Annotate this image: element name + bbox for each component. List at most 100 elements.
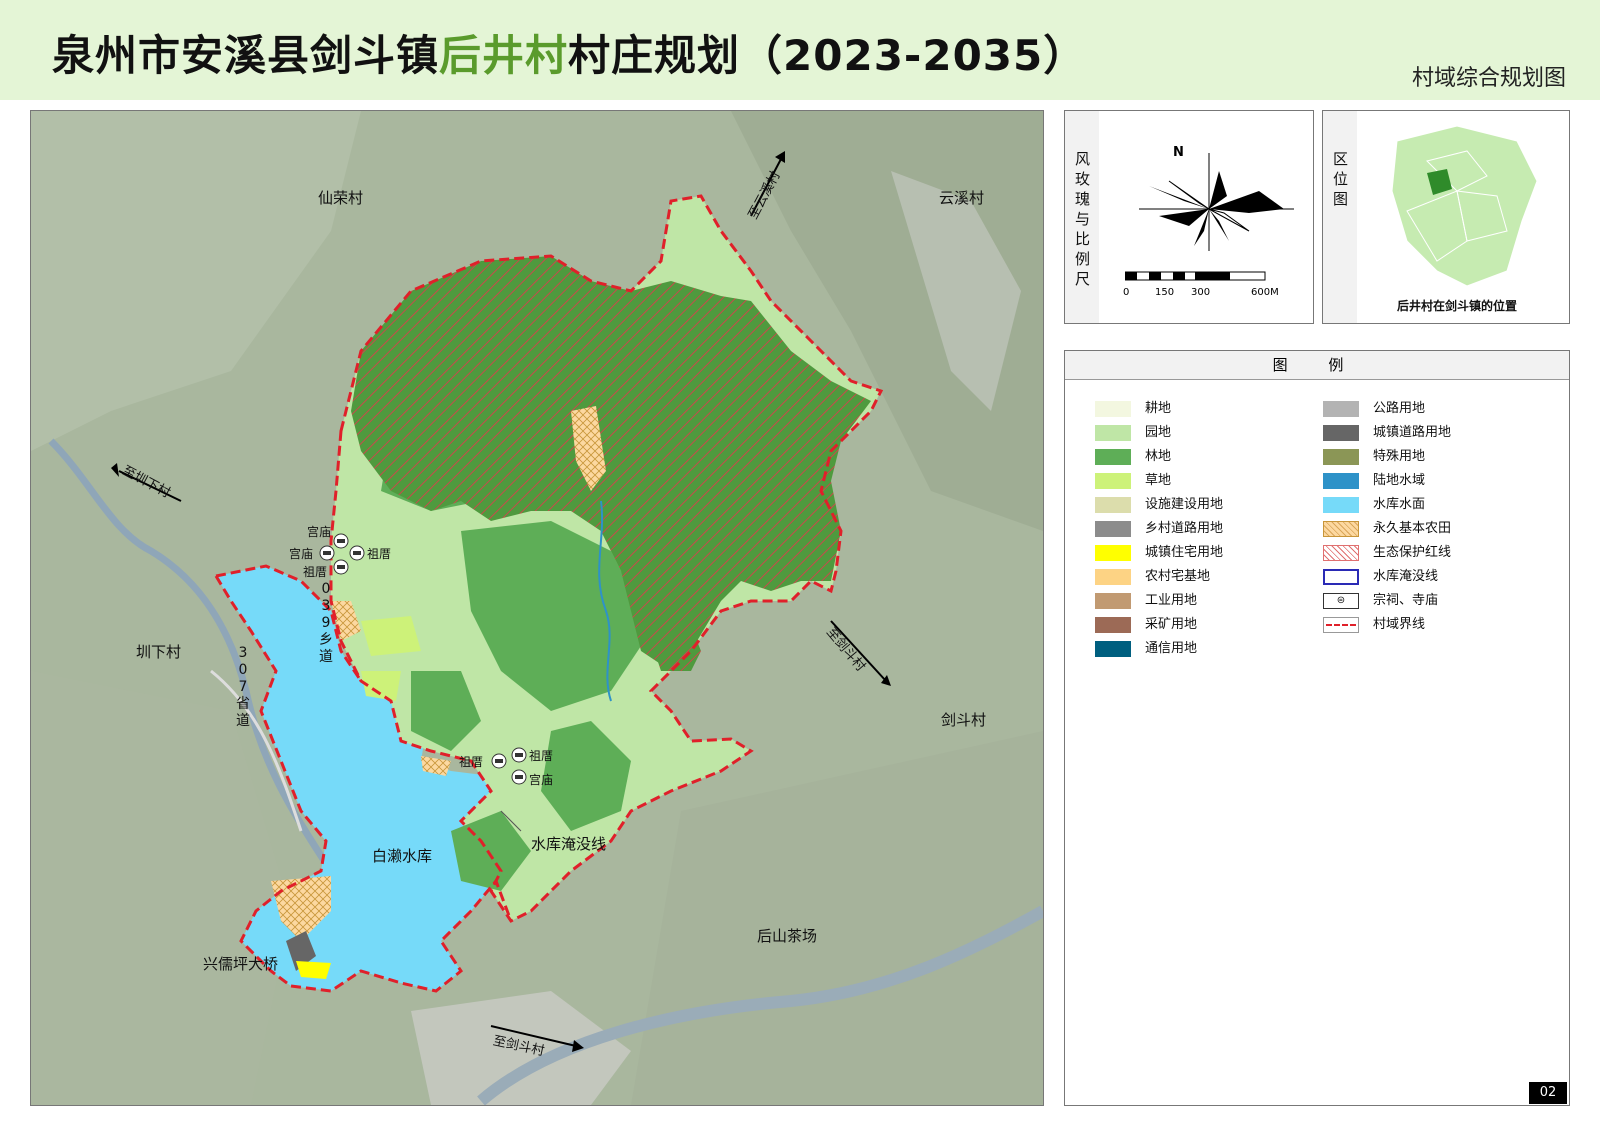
wind-rose-icon — [1139, 153, 1294, 251]
legend-label: 采矿用地 — [1145, 617, 1198, 632]
legend-item-town-road: 城镇道路用地 — [1323, 421, 1451, 441]
legend-swatch — [1095, 568, 1131, 585]
neighbor-village-label: 后山茶场 — [757, 927, 818, 945]
legend-swatch — [1095, 448, 1131, 465]
legend-label: 村域界线 — [1373, 617, 1426, 632]
road-label-char: 3 — [238, 645, 248, 661]
road-label-char: 乡 — [319, 632, 333, 648]
legend-label: 园地 — [1145, 425, 1172, 440]
legend-item-cultivated: 耕地 — [1095, 397, 1171, 417]
ancestral-hall-icon — [511, 747, 527, 763]
legend-item-telecom: 通信用地 — [1095, 637, 1197, 657]
town-residential-land — [296, 961, 331, 979]
compass-panel-title: 风玫瑰与比例尺 — [1065, 111, 1099, 323]
temple-label: 宫庙 — [289, 547, 314, 561]
legend-item-homestead: 农村宅基地 — [1095, 565, 1210, 585]
legend-swatch — [1323, 424, 1359, 441]
legend-item-eco-redline: 生态保护红线 — [1323, 541, 1451, 561]
road-label-char: 省 — [236, 696, 250, 712]
title-part-village: 后井村 — [439, 31, 569, 80]
legend-item-reservoir: 水库水面 — [1323, 493, 1425, 513]
legend-label: 特殊用地 — [1373, 449, 1426, 464]
legend-swatch — [1095, 424, 1131, 441]
legend-label: 草地 — [1145, 473, 1172, 488]
legend-swatch — [1323, 544, 1359, 561]
location-caption: 后井村在剑斗镇的位置 — [1397, 299, 1518, 313]
legend-swatch — [1323, 496, 1359, 513]
location-panel-title: 区位图 — [1323, 111, 1357, 323]
ancestral-hall-icon — [349, 545, 365, 561]
legend-label: 乡村道路用地 — [1145, 521, 1224, 536]
legend-item-town-residential: 城镇住宅用地 — [1095, 541, 1223, 561]
flood-line-label: 水库淹没线 — [531, 835, 607, 853]
legend-item-industrial: 工业用地 — [1095, 589, 1197, 609]
neighbor-village-label: 剑斗村 — [941, 711, 987, 729]
scale-label: 150 — [1155, 287, 1175, 298]
legend-item-village-road: 乡村道路用地 — [1095, 517, 1223, 537]
compass-scale-panel: 风玫瑰与比例尺 N 0 150 300 600M — [1064, 110, 1314, 324]
legend-label: 宗祠、寺庙 — [1373, 593, 1439, 608]
legend-swatch — [1323, 472, 1359, 489]
temple-icon — [511, 769, 527, 785]
location-title-text: 区位图 — [1333, 150, 1349, 208]
village-map[interactable]: 仙荣村 云溪村 圳下村 剑斗村 后山茶场 白濑水库 兴儒坪大桥 水库淹没线 至云… — [30, 110, 1044, 1106]
legend-label: 设施建设用地 — [1145, 497, 1224, 512]
road-label-char: 0 — [238, 662, 248, 678]
legend-item-special: 特殊用地 — [1323, 445, 1425, 465]
legend-title: 图 例 — [1065, 351, 1569, 380]
legend-label: 水库水面 — [1373, 497, 1426, 512]
road-label-char: 7 — [238, 679, 248, 695]
township-road-309-label: 0 3 9 乡 道 — [319, 581, 333, 666]
map-subtitle: 村域综合规划图 — [1411, 66, 1566, 91]
ancestral-hall-icon — [491, 753, 507, 769]
road-label-char: 道 — [236, 713, 250, 729]
ancestral-hall-label: 祖厝 — [367, 547, 392, 561]
legend-label: 生态保护红线 — [1373, 545, 1452, 560]
ancestral-hall-label: 祖厝 — [529, 749, 554, 763]
temple-icon — [333, 533, 349, 549]
legend-swatch — [1323, 400, 1359, 417]
legend-label: 工业用地 — [1145, 593, 1198, 608]
scale-bar — [1125, 271, 1266, 281]
temple-label: 宫庙 — [529, 773, 554, 787]
road-label-char: 9 — [321, 615, 331, 631]
legend-swatch — [1095, 400, 1131, 417]
grass-land — [361, 616, 421, 656]
temple-label: 宫庙 — [307, 525, 332, 539]
ancestral-hall-icon — [333, 559, 349, 575]
legend-label: 陆地水域 — [1373, 473, 1426, 488]
header-banner: 泉州市安溪县剑斗镇后井村村庄规划（2023-2035） 村域综合规划图 — [0, 0, 1600, 100]
legend-swatch — [1095, 496, 1131, 513]
compass-title-text: 风玫瑰与比例尺 — [1075, 150, 1091, 288]
legend-item-grass: 草地 — [1095, 469, 1171, 489]
legend-swatch — [1095, 640, 1131, 657]
title-part-plan: 村庄规划（2023-2035） — [568, 31, 1087, 80]
legend-item-flood-line: 水库淹没线 — [1323, 565, 1438, 585]
legend-swatch — [1095, 520, 1131, 537]
scale-label: 0 — [1123, 287, 1130, 298]
legend-item-forest: 林地 — [1095, 445, 1171, 465]
ancestral-hall-label: 祖厝 — [459, 755, 484, 769]
legend-swatch — [1323, 568, 1359, 585]
legend-label: 通信用地 — [1145, 641, 1198, 656]
legend-item-permanent-farmland: 永久基本农田 — [1323, 517, 1451, 537]
location-map-panel: 区位图 后井村在剑斗镇的位置 — [1322, 110, 1570, 324]
legend-item-facility: 设施建设用地 — [1095, 493, 1223, 513]
neighbor-village-label: 圳下村 — [136, 643, 182, 661]
legend-swatch — [1323, 448, 1359, 465]
temple-icon: ⊜ — [1323, 592, 1359, 609]
legend-item-highway: 公路用地 — [1323, 397, 1425, 417]
road-label-char: 3 — [321, 598, 331, 614]
legend-item-mining: 采矿用地 — [1095, 613, 1197, 633]
legend-label: 城镇住宅用地 — [1145, 545, 1224, 560]
legend-label: 水库淹没线 — [1373, 569, 1439, 584]
temple-icon — [319, 545, 335, 561]
neighbor-village-label: 仙荣村 — [318, 189, 364, 207]
legend-label: 林地 — [1145, 449, 1172, 464]
legend-swatch — [1095, 472, 1131, 489]
legend-label: 城镇道路用地 — [1373, 425, 1452, 440]
scale-label: 300 — [1191, 287, 1211, 298]
legend-panel: 图 例 耕地 园地 林地 草地 设施建设用地 乡村道路用地 城镇住宅用地 农村宅… — [1064, 350, 1570, 1106]
township-location-map — [1391, 125, 1538, 287]
legend-swatch — [1095, 616, 1131, 633]
